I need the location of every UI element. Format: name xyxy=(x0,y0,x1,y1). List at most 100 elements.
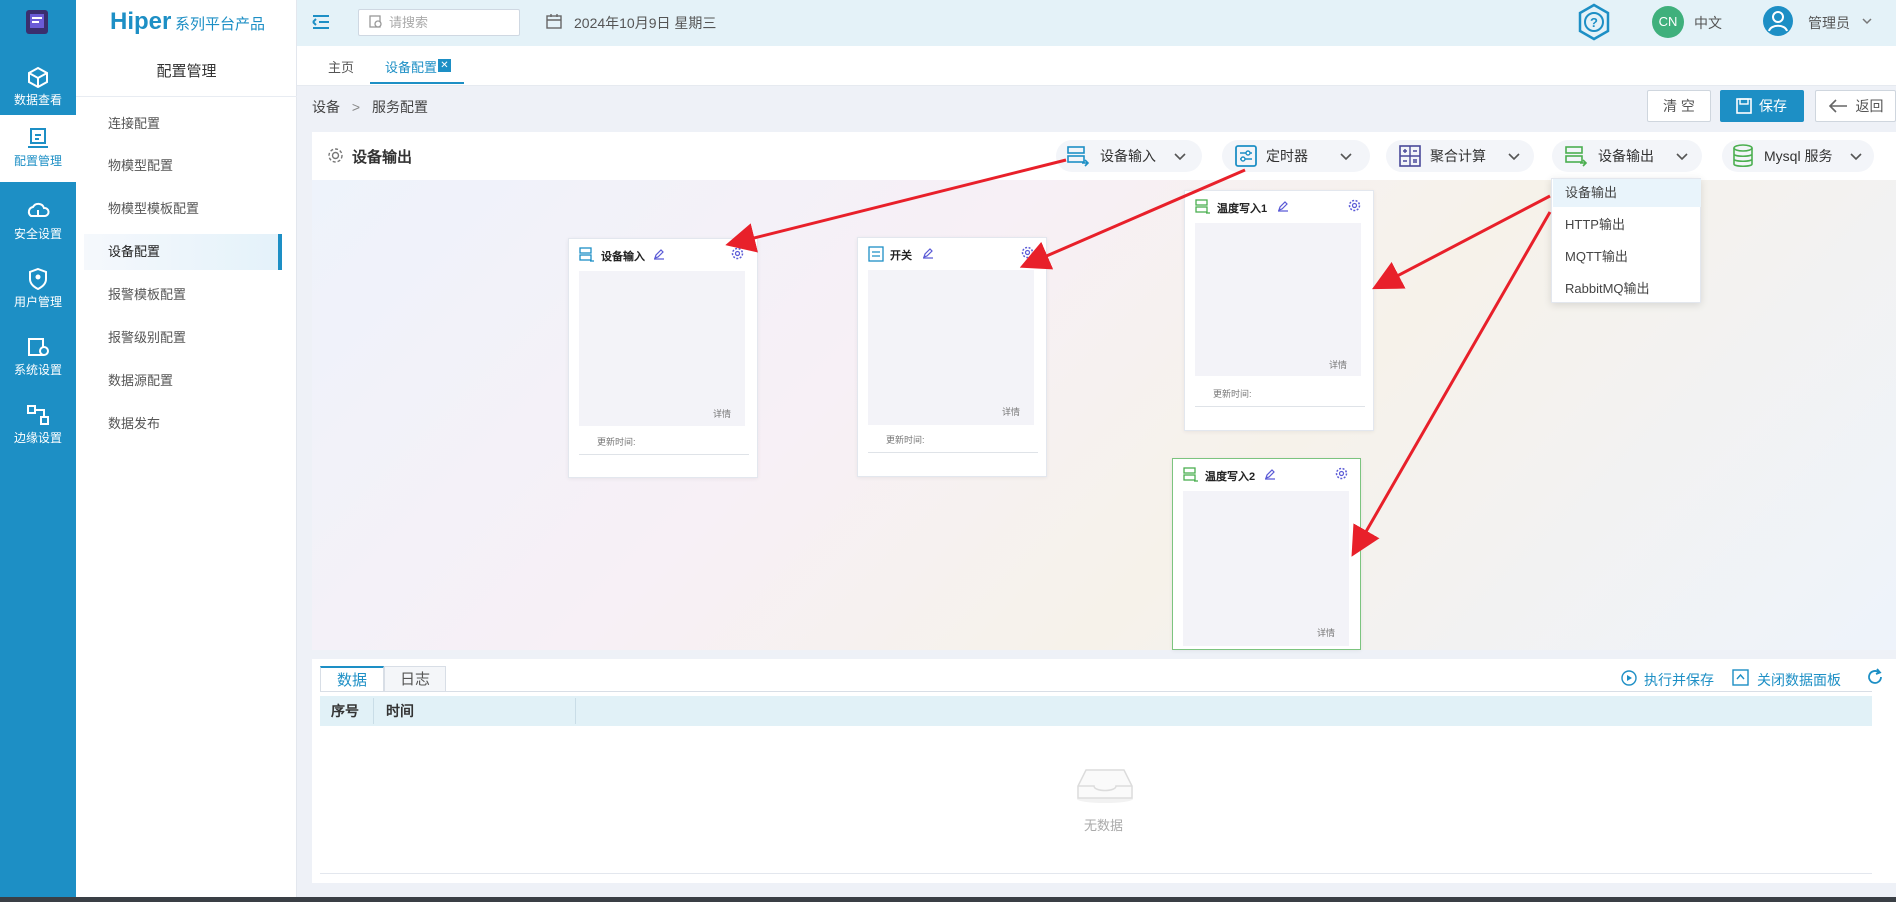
clear-button[interactable]: 清 空 xyxy=(1647,90,1711,122)
rail-item-users[interactable]: 用户管理 xyxy=(0,256,76,322)
flow-node-switch[interactable]: 开关 详情 更新时间: xyxy=(857,237,1047,477)
sidebar-item-alarm-template[interactable]: 报警模板配置 xyxy=(84,277,282,313)
menu-item-device-output[interactable]: 设备输出 xyxy=(1553,179,1701,207)
cloud-shield-icon xyxy=(27,202,50,217)
play-icon[interactable] xyxy=(1621,670,1637,686)
close-data-panel-button[interactable]: 关闭数据面板 xyxy=(1757,670,1841,690)
help-icon[interactable]: ? xyxy=(1576,3,1612,41)
brand-suffix: 系列平台产品 xyxy=(174,16,265,33)
node-detail-link[interactable]: 详情 xyxy=(1317,626,1335,639)
output-type-menu: 设备输出 HTTP输出 MQTT输出 RabbitMQ输出 xyxy=(1551,178,1701,303)
gear-icon[interactable] xyxy=(1335,467,1348,480)
sidebar-item-connection[interactable]: 连接配置 xyxy=(84,106,282,142)
gear-icon[interactable] xyxy=(1021,246,1034,259)
rail-item-label: 系统设置 xyxy=(13,363,62,377)
node-detail-link[interactable]: 详情 xyxy=(713,407,731,420)
flow-node-temp-write-2[interactable]: 温度写入2 详情 xyxy=(1172,458,1361,650)
cube-icon xyxy=(28,66,48,88)
toolbox-device-output[interactable]: 设备输出 xyxy=(1552,140,1702,172)
rail-item-data-view[interactable]: 数据查看 xyxy=(0,54,76,120)
menu-item-mqtt-output[interactable]: MQTT输出 xyxy=(1553,243,1701,271)
flow-node-temp-write-1[interactable]: 温度写入1 详情 更新时间: xyxy=(1184,190,1374,431)
menu-item-rabbitmq-output[interactable]: RabbitMQ输出 xyxy=(1553,275,1701,303)
node-updated-label: 更新时间: xyxy=(886,435,925,445)
search-icon xyxy=(369,15,382,28)
edit-icon[interactable] xyxy=(1277,200,1289,212)
sidebar-item-alarm-level[interactable]: 报警级别配置 xyxy=(84,320,282,356)
node-title: 温度写入1 xyxy=(1217,203,1268,215)
tab-close-icon[interactable]: ✕ xyxy=(438,59,451,72)
user-name[interactable]: 管理员 xyxy=(1808,13,1850,33)
active-tab-indicator xyxy=(370,82,464,84)
brand-name: Hiper xyxy=(110,8,172,35)
divider xyxy=(1195,406,1365,407)
breadcrumb-root[interactable]: 设备 xyxy=(312,99,340,115)
edit-icon[interactable] xyxy=(1264,468,1276,480)
app-logo-icon xyxy=(26,10,48,34)
save-button[interactable]: 保存 xyxy=(1720,90,1804,122)
node-detail-link[interactable]: 详情 xyxy=(1329,358,1347,371)
sidebar-title: 配置管理 xyxy=(76,47,297,97)
edit-icon[interactable] xyxy=(653,248,665,260)
divider xyxy=(320,691,1872,692)
tab-data[interactable]: 数据 xyxy=(320,666,384,692)
node-updated-label: 更新时间: xyxy=(1213,389,1252,399)
chevron-down-icon xyxy=(1508,153,1520,161)
rail-item-label: 数据查看 xyxy=(13,93,62,107)
user-avatar-icon[interactable] xyxy=(1762,5,1794,37)
column-divider xyxy=(575,698,576,724)
node-detail-link[interactable]: 详情 xyxy=(1002,405,1020,418)
rail-item-edge[interactable]: 边缘设置 xyxy=(0,392,76,458)
table-header xyxy=(320,696,1872,726)
divider xyxy=(579,454,749,455)
rail-item-security[interactable]: 安全设置 xyxy=(0,188,76,254)
node-title: 温度写入2 xyxy=(1205,471,1256,483)
tab-bar xyxy=(297,46,1896,86)
gear-icon xyxy=(328,148,343,163)
edit-icon[interactable] xyxy=(922,247,934,259)
save-icon xyxy=(1736,98,1752,114)
collapse-panel-icon[interactable] xyxy=(1732,669,1749,686)
column-divider xyxy=(373,698,374,724)
gear-icon[interactable] xyxy=(1348,199,1361,212)
sidebar-item-datasource[interactable]: 数据源配置 xyxy=(84,363,282,399)
chevron-down-icon[interactable] xyxy=(1862,17,1872,25)
chevron-down-icon xyxy=(1850,153,1862,161)
window-bottom-edge xyxy=(0,897,1896,902)
sidebar-item-device-config[interactable]: 设备配置 xyxy=(84,234,282,270)
tab-log[interactable]: 日志 xyxy=(384,666,446,692)
breadcrumb-current: 服务配置 xyxy=(371,99,428,115)
sidebar-item-thing-model[interactable]: 物模型配置 xyxy=(84,148,282,184)
toolbox-mysql[interactable]: Mysql 服务 xyxy=(1722,140,1874,172)
refresh-icon[interactable] xyxy=(1866,668,1884,686)
node-title: 设备输入 xyxy=(601,251,645,263)
tab-home[interactable]: 主页 xyxy=(328,57,354,76)
toolbox-device-input[interactable]: 设备输入 xyxy=(1056,140,1202,172)
column-header-index: 序号 xyxy=(331,703,359,719)
current-date: 2024年10月9日 星期三 xyxy=(574,15,717,31)
gear-icon[interactable] xyxy=(731,247,744,260)
flow-node-device-input[interactable]: 设备输入 详情 更新时间: xyxy=(568,238,758,478)
sidebar-item-data-publish[interactable]: 数据发布 xyxy=(84,406,282,442)
menu-collapse-icon[interactable] xyxy=(312,14,330,30)
tab-device-config[interactable]: 设备配置 xyxy=(385,57,437,76)
rail-item-config[interactable]: 配置管理 xyxy=(0,115,76,182)
language-label[interactable]: 中文 xyxy=(1694,13,1722,33)
run-and-save-button[interactable]: 执行并保存 xyxy=(1644,670,1714,690)
toolbox-aggregate[interactable]: 聚合计算 xyxy=(1386,140,1534,172)
rail-item-label: 用户管理 xyxy=(13,295,62,309)
node-updated-label: 更新时间: xyxy=(597,437,636,447)
config-icon xyxy=(28,128,48,148)
toolbox-timer[interactable]: 定时器 xyxy=(1222,140,1370,172)
node-preview xyxy=(1195,223,1361,376)
rail-item-system[interactable]: 系统设置 xyxy=(0,324,76,390)
divider xyxy=(320,873,1872,874)
chevron-down-icon xyxy=(1174,153,1186,161)
rail-item-label: 配置管理 xyxy=(13,154,62,168)
sidebar-item-thing-model-template[interactable]: 物模型模板配置 xyxy=(84,191,282,227)
menu-item-http-output[interactable]: HTTP输出 xyxy=(1553,211,1701,239)
language-badge[interactable]: CN xyxy=(1652,6,1684,38)
calculator-icon xyxy=(1399,145,1421,167)
divider xyxy=(868,452,1038,453)
node-preview xyxy=(1183,491,1349,646)
